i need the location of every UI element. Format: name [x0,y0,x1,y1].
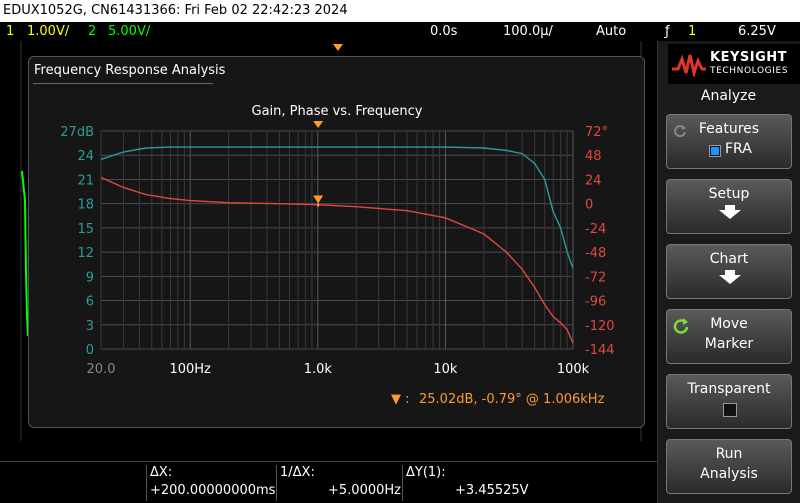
y-right-tick-label: -144 [585,343,615,358]
fra-window: Frequency Response Analysis Gain, Phase … [28,56,645,428]
y-left-tick-label: 9 [86,270,94,285]
transparent-checkbox[interactable] [723,403,737,417]
features-label: Features [698,121,760,137]
inv-delta-x-value: +5.0000Hz [328,483,401,498]
move-marker-softkey[interactable]: Move Marker [666,309,792,364]
time-scale[interactable]: 100.0µ/ [503,22,553,41]
delta-y-value: +3.45525V [455,483,529,498]
y-right-tick-label: -48 [585,246,606,261]
ch1-scale[interactable]: 1.00V/ [27,22,69,41]
y-right-tick-label: 48 [585,149,602,164]
chart-softkey[interactable]: Chart [666,244,792,299]
ch2-number[interactable]: 2 [88,22,96,41]
marker-top-icon [313,121,324,128]
submenu-arrow-icon [719,270,741,284]
trigger-position-marker [333,44,343,51]
readout-divider [146,465,147,501]
y-right-tick-label: -72 [585,270,606,285]
readout-divider [402,465,403,501]
readout-divider [276,465,277,501]
transparent-label: Transparent [687,381,771,397]
x-tick-label: 100Hz [169,362,211,377]
x-tick-label: 1.0k [304,362,333,377]
y-left-tick-label: 3 [86,319,94,334]
run-analysis-softkey[interactable]: Run Analysis [666,439,792,494]
chart-title: Gain, Phase vs. Frequency [252,104,423,119]
y-left-tick-label: 12 [77,246,94,261]
trigger-mode[interactable]: Auto [596,22,626,41]
trigger-level[interactable]: 6.25V [738,22,776,41]
logo-brand: KEYSIGHT [710,50,787,65]
features-value: FRA [725,141,752,157]
y-left-tick-label: 21 [77,173,94,188]
y-left-tick-label: 6 [86,295,94,310]
transparent-softkey[interactable]: Transparent [666,374,792,429]
move-label: Move [710,316,748,332]
marker-readout: 25.02dB, -0.79° @ 1.006kHz [419,392,605,407]
fra-chart: Gain, Phase vs. Frequency 27dB 24 21 18 15 12 9… [60,104,615,407]
time-position[interactable]: 0.0s [430,22,457,41]
y-right-tick-label: -96 [585,295,606,310]
y-left-tick-label: 18 [77,198,94,213]
delta-y-label: ΔY(1): [406,465,446,480]
y-right-tick-label: 72° [585,125,608,140]
x-tick-label: 10k [433,362,458,377]
submenu-arrow-icon [719,205,741,219]
status-bar: 1 1.00V/ 2 5.00V/ 0.0s 100.0µ/ Auto ƒ 1 … [0,22,800,41]
marker-readout-icon: ▼ : [391,392,410,407]
logo-sub: TECHNOLOGIES [710,66,789,76]
y-right-tick-label: -120 [585,319,615,334]
chart-label: Chart [709,251,749,267]
keysight-logo: KEYSIGHT TECHNOLOGIES [668,44,800,84]
trigger-channel: 1 [688,24,697,39]
ch1-number[interactable]: 1 [6,22,14,41]
features-softkey[interactable]: Features FRA [666,114,792,169]
keysight-wave-icon [672,54,706,77]
x-tick-label: 100k [557,362,590,377]
setup-label: Setup [708,186,750,202]
y-right-tick-label: 0 [585,198,593,213]
y-right-tick-label: -24 [585,222,606,237]
analysis-label: Analysis [700,466,758,482]
ch2-scale[interactable]: 5.00V/ [108,22,150,41]
setup-softkey[interactable]: Setup [666,179,792,234]
y-left-tick-label: 15 [77,222,94,237]
y-left-tick-label: 27dB [60,125,94,140]
delta-x-value: +200.00000000ms [150,483,276,498]
run-label: Run [715,446,743,462]
menu-title: Analyze [700,88,757,104]
y-left-tick-label: 0 [86,343,94,358]
trigger-edge-icon: ƒ [665,24,670,39]
title-text: EDUX1052G, CN61431366: Fri Feb 02 22:42:… [3,3,348,18]
fra-checkbox[interactable] [709,145,721,157]
cursor-readout-bar: ΔX: +200.00000000ms 1/ΔX: +5.0000Hz ΔY(1… [0,461,657,503]
marker-label: Marker [704,336,754,352]
title-bar: EDUX1052G, CN61431366: Fri Feb 02 22:42:… [0,0,800,22]
plot-area [100,130,574,350]
y-left-tick-label: 24 [77,149,94,164]
x-tick-label: 20.0 [87,362,116,377]
y-right-tick-label: 24 [585,173,602,188]
inv-delta-x-label: 1/ΔX: [280,465,315,480]
delta-x-label: ΔX: [150,465,173,480]
